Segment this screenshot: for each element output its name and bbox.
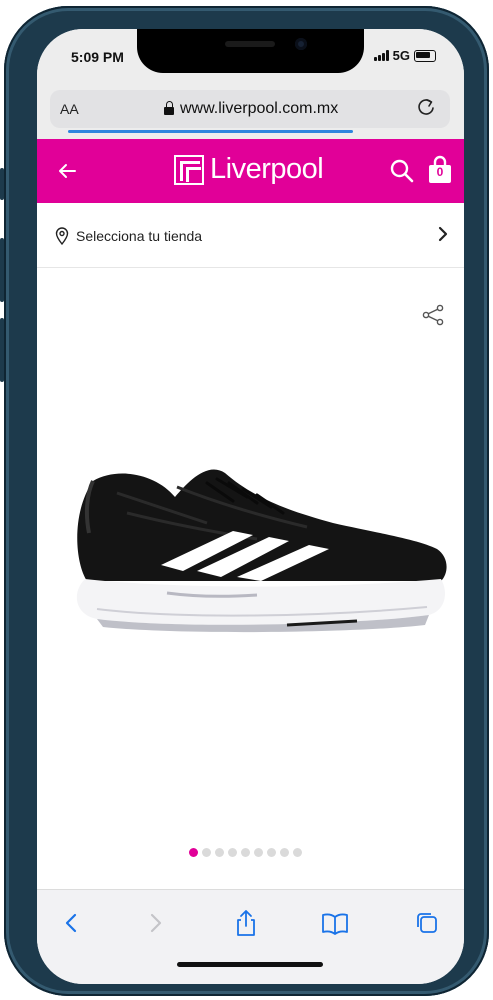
carousel-dot[interactable] <box>254 848 263 857</box>
browser-toolbar <box>37 889 464 984</box>
battery-icon <box>414 49 436 62</box>
running-shoe-image <box>76 469 447 633</box>
brand-logo[interactable]: Liverpool <box>174 153 324 186</box>
carousel-dot[interactable] <box>228 848 237 857</box>
page-load-progress <box>68 130 353 133</box>
url-text: www.liverpool.com.mx <box>180 100 339 117</box>
phone-screen: 5:09 PM 5G AA www.liverpool.com.mx Liver… <box>37 29 464 984</box>
share-icon[interactable] <box>421 303 445 327</box>
carousel-dot[interactable] <box>202 848 211 857</box>
lock-icon <box>164 101 174 115</box>
share-icon[interactable] <box>231 908 261 938</box>
phone-notch <box>137 29 364 73</box>
carousel-dot[interactable] <box>241 848 250 857</box>
reload-icon[interactable] <box>416 98 436 118</box>
text-size-button[interactable]: AA <box>60 101 79 117</box>
back-icon[interactable] <box>57 908 87 938</box>
browser-address-area: AA www.liverpool.com.mx <box>37 85 464 141</box>
site-header: Liverpool 0 <box>37 139 464 203</box>
phone-frame: 5:09 PM 5G AA www.liverpool.com.mx Liver… <box>4 6 489 996</box>
url-display[interactable]: www.liverpool.com.mx <box>164 100 338 118</box>
bookmarks-icon[interactable] <box>320 908 350 938</box>
cart-button[interactable]: 0 <box>427 155 453 185</box>
back-arrow-icon[interactable] <box>53 157 81 185</box>
network-type: 5G <box>392 48 410 63</box>
logo-mark-icon <box>174 154 204 185</box>
front-camera <box>295 38 307 50</box>
status-time: 5:09 PM <box>71 49 124 65</box>
location-pin-icon <box>55 227 69 245</box>
cart-count: 0 <box>436 165 444 179</box>
forward-icon[interactable] <box>140 908 170 938</box>
store-selector[interactable]: Selecciona tu tienda <box>37 203 464 268</box>
product-gallery[interactable] <box>37 268 464 888</box>
home-indicator <box>177 962 323 967</box>
carousel-indicator[interactable] <box>189 848 302 857</box>
chevron-right-icon <box>438 226 448 242</box>
carousel-dot[interactable] <box>280 848 289 857</box>
speaker-grille <box>225 41 275 47</box>
address-bar[interactable]: AA www.liverpool.com.mx <box>50 90 450 133</box>
signal-bars-icon <box>373 50 389 61</box>
carousel-dot[interactable] <box>189 848 198 857</box>
carousel-dot[interactable] <box>267 848 276 857</box>
brand-name: Liverpool <box>210 153 324 185</box>
store-selector-label: Selecciona tu tienda <box>76 228 203 244</box>
search-icon[interactable] <box>389 158 415 184</box>
status-indicators: 5G <box>373 48 436 63</box>
carousel-dot[interactable] <box>293 848 302 857</box>
tabs-icon[interactable] <box>412 908 442 938</box>
carousel-dot[interactable] <box>215 848 224 857</box>
